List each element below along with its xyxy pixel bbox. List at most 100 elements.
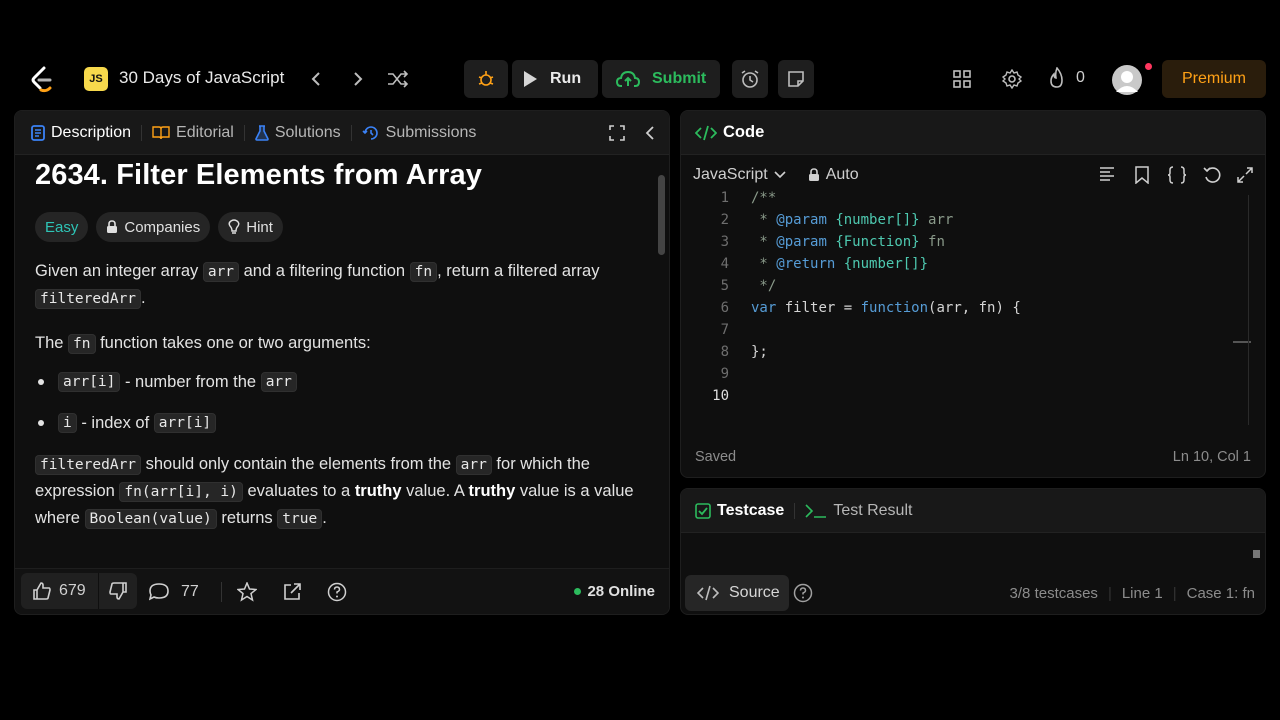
lock-icon	[106, 220, 118, 234]
hint-tag[interactable]: Hint	[218, 212, 283, 242]
course-title[interactable]: 30 Days of JavaScript	[119, 68, 284, 88]
testcase-status: 3/8 testcases | Line 1 | Case 1: fn	[1010, 585, 1255, 602]
left-tab-bar: Description Editorial Solutions Submissi…	[15, 111, 669, 155]
inline-code: fn	[409, 262, 438, 282]
tab-editorial[interactable]: Editorial	[142, 111, 244, 155]
line-number: 2	[720, 212, 729, 228]
thumb-down-icon	[108, 582, 127, 600]
code-icon	[695, 125, 717, 141]
inline-code: arr[i]	[58, 372, 121, 392]
description-paragraph-1: Given an integer array arr and a filteri…	[35, 258, 645, 312]
page-title: 2634. Filter Elements from Array	[35, 159, 482, 191]
line-number: 8	[720, 344, 729, 360]
difficulty-badge: Easy	[35, 212, 89, 242]
code-line: 7	[681, 319, 729, 341]
scrollbar-thumb[interactable]	[658, 175, 665, 255]
dislike-button[interactable]	[99, 582, 137, 600]
doc-icon	[31, 124, 45, 141]
bullet-dot	[38, 420, 44, 426]
book-icon	[152, 125, 170, 140]
text: value. A	[401, 482, 469, 500]
scrollbar[interactable]	[657, 161, 665, 571]
companies-tag[interactable]: Companies	[96, 212, 211, 242]
note-icon[interactable]	[778, 60, 814, 98]
streak-count: 0	[1076, 69, 1085, 86]
code-tab-bar: Code	[681, 111, 1265, 155]
cursor-position: Ln 10, Col 1	[1172, 449, 1251, 465]
run-button[interactable]: Run	[512, 60, 598, 98]
comment-count: 77	[181, 582, 199, 600]
bullet-dot	[38, 379, 44, 385]
comment-icon	[149, 582, 169, 601]
line-number: 10	[712, 388, 729, 404]
course-icon[interactable]: JS	[84, 67, 108, 91]
code-text: */	[751, 278, 777, 294]
tab-submissions[interactable]: Submissions	[352, 111, 487, 155]
scrollbar-thumb[interactable]	[1253, 550, 1260, 558]
debug-button[interactable]	[464, 60, 508, 98]
tab-test-result[interactable]: Test Result	[795, 489, 922, 533]
separator: |	[1172, 585, 1177, 602]
online-dot	[574, 588, 582, 595]
shuffle-icon[interactable]	[384, 65, 412, 93]
inline-code: i	[58, 413, 77, 433]
collapse-icon[interactable]	[645, 125, 655, 141]
tab-solutions-label: Solutions	[274, 123, 341, 141]
braces-icon[interactable]	[1167, 166, 1187, 184]
like-group: 679	[21, 573, 137, 609]
like-button[interactable]: 679	[21, 582, 98, 600]
expand-icon[interactable]	[609, 125, 625, 141]
text: .	[141, 289, 146, 307]
chevron-right-icon[interactable]	[344, 65, 372, 93]
share-icon[interactable]	[283, 582, 301, 601]
tab-testcase[interactable]: Testcase	[681, 489, 794, 533]
scrollbar[interactable]	[1253, 539, 1261, 569]
line-number: 4	[720, 256, 729, 272]
tab-code[interactable]: Code	[681, 111, 774, 155]
terminal-icon	[805, 503, 827, 519]
auto-mode-toggle[interactable]: Auto	[808, 166, 859, 184]
undo-icon[interactable]	[1203, 166, 1221, 184]
like-count: 679	[59, 582, 86, 599]
format-icon[interactable]	[1099, 167, 1115, 181]
gear-icon[interactable]	[998, 65, 1026, 93]
alarm-icon[interactable]	[732, 60, 768, 98]
code-line: 10	[681, 385, 729, 407]
logo-icon[interactable]	[28, 65, 56, 93]
text: returns	[216, 509, 278, 527]
tab-description[interactable]: Description	[15, 111, 141, 155]
streak-counter[interactable]: 0	[1048, 67, 1085, 89]
code-text: /**	[751, 190, 777, 206]
bookmark-icon[interactable]	[1135, 166, 1149, 184]
text: - index of	[76, 413, 154, 432]
submit-button[interactable]: Submit	[602, 60, 720, 98]
lightbulb-icon	[228, 219, 240, 235]
line-indicator: Line 1	[1121, 585, 1163, 602]
companies-label: Companies	[124, 218, 201, 236]
submit-label: Submit	[652, 70, 707, 87]
inline-code: arr	[260, 372, 297, 392]
language-select[interactable]: JavaScript	[693, 166, 786, 184]
help-icon[interactable]	[793, 583, 813, 603]
chevron-down-icon	[774, 171, 786, 179]
online-indicator: 28 Online	[574, 583, 655, 600]
premium-button[interactable]: Premium	[1162, 60, 1266, 98]
star-icon[interactable]	[237, 581, 257, 602]
avatar[interactable]	[1112, 65, 1142, 95]
tab-solutions[interactable]: Solutions	[245, 111, 351, 155]
source-button[interactable]: Source	[685, 575, 789, 611]
grid-icon[interactable]	[948, 65, 976, 93]
scrollbar[interactable]	[1248, 195, 1249, 425]
list-item: i - index of arr[i]	[35, 410, 645, 436]
chevron-left-icon[interactable]	[302, 65, 330, 93]
problem-description: 2634. Filter Elements from Array Easy Co…	[35, 159, 645, 532]
code-editor[interactable]: 1 /** 2 * @param {number[]} arr 3 * @para…	[681, 190, 1265, 435]
tab-editorial-label: Editorial	[176, 123, 234, 141]
comments-button[interactable]: 77	[149, 583, 199, 601]
testcase-count: 3/8 testcases	[1009, 585, 1098, 602]
code-line: 2 * @param {number[]} arr	[681, 209, 954, 231]
maximize-icon[interactable]	[1237, 167, 1253, 183]
line-number: 5	[720, 278, 729, 294]
help-icon[interactable]	[327, 582, 347, 602]
code-text: * @param {number[]} arr	[751, 212, 954, 228]
